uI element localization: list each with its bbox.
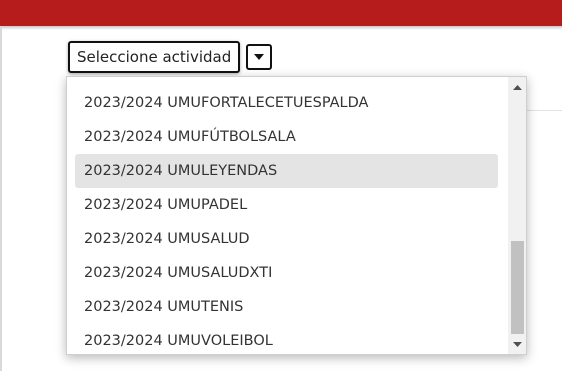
page-left-border — [0, 26, 2, 371]
option-item[interactable]: 2023/2024 UMUVOLEIBOL — [75, 324, 498, 354]
activity-select-label: Seleccione actividad — [77, 48, 232, 66]
scrollbar[interactable] — [508, 77, 526, 354]
option-item[interactable]: 2023/2024 UMUPADEL — [75, 188, 498, 222]
option-item[interactable]: 2023/2024 UMUFÚTBOLSALA — [75, 120, 498, 154]
activity-select-box[interactable]: Seleccione actividad — [68, 41, 241, 73]
caret-down-icon — [254, 54, 265, 60]
scroll-thumb[interactable] — [511, 241, 524, 334]
scroll-up-button[interactable] — [508, 79, 526, 96]
dropdown-toggle-button[interactable] — [246, 44, 273, 70]
header-bar — [0, 0, 562, 26]
header-shadow — [0, 26, 562, 30]
option-item-highlighted[interactable]: 2023/2024 UMULEYENDAS — [75, 154, 498, 188]
options-list: 2023/2024 UMUFORTALECETUESPALDA 2023/202… — [75, 86, 498, 354]
scroll-up-arrow-icon — [513, 84, 522, 90]
activity-dropdown-list[interactable]: 2023/2024 UMUFORTALECETUESPALDA 2023/202… — [66, 76, 527, 355]
option-item[interactable]: 2023/2024 UMUFORTALECETUESPALDA — [75, 86, 498, 120]
option-item[interactable]: 2023/2024 UMUSALUDXTI — [75, 256, 498, 290]
option-item[interactable]: 2023/2024 UMUTENIS — [75, 290, 498, 324]
option-item[interactable]: 2023/2024 UMUSALUD — [75, 222, 498, 256]
divider-line — [527, 110, 562, 111]
activity-select[interactable]: Seleccione actividad — [68, 40, 273, 74]
scroll-down-button[interactable] — [508, 335, 526, 352]
scroll-down-arrow-icon — [513, 341, 522, 347]
